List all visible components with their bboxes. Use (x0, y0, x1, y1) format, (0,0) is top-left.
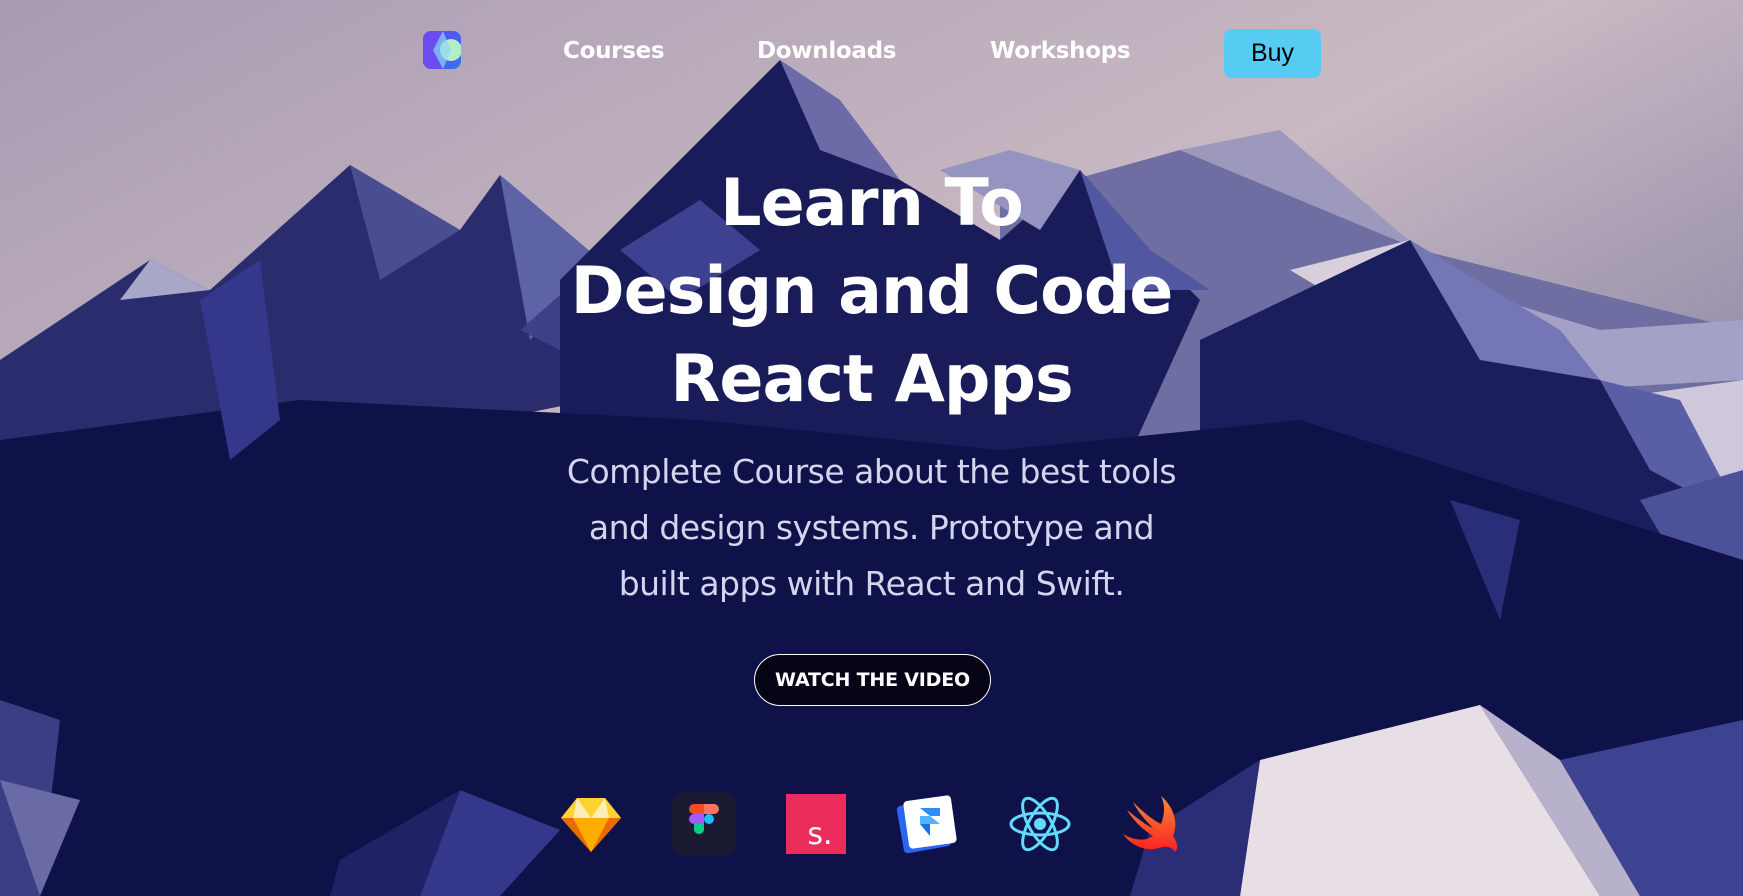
buy-button[interactable]: Buy (1224, 29, 1321, 78)
react-icon (1008, 792, 1072, 856)
page: Courses Downloads Workshops Buy Learn To… (0, 0, 1743, 896)
swift-icon (1121, 792, 1185, 856)
studio-icon-label: s. (807, 817, 832, 852)
framer-icon (896, 792, 960, 856)
figma-icon (672, 792, 736, 856)
k-logo-icon (423, 31, 461, 69)
sketch-icon (559, 792, 623, 856)
hero-title-line-3: React Apps (670, 342, 1073, 417)
nav-link-workshops[interactable]: Workshops (990, 38, 1131, 64)
hero-title-line-2: Design and Code (570, 254, 1174, 329)
hero-title: Learn To Design and Code React Apps (0, 160, 1743, 424)
hero-title-line-1: Learn To (720, 166, 1024, 241)
hero-subtitle: Complete Course about the best tools and… (566, 452, 1177, 603)
nav-link-downloads[interactable]: Downloads (757, 38, 896, 64)
top-navigation: Courses Downloads Workshops Buy (0, 0, 1743, 110)
tools-row: s. (0, 792, 1743, 862)
nav-link-courses[interactable]: Courses (563, 38, 665, 64)
home-logo-link[interactable] (423, 31, 461, 69)
watch-video-button[interactable]: WATCH THE VIDEO (754, 654, 991, 706)
studio-icon: s. (784, 792, 848, 856)
hero-section: Learn To Design and Code React Apps Comp… (0, 160, 1743, 612)
